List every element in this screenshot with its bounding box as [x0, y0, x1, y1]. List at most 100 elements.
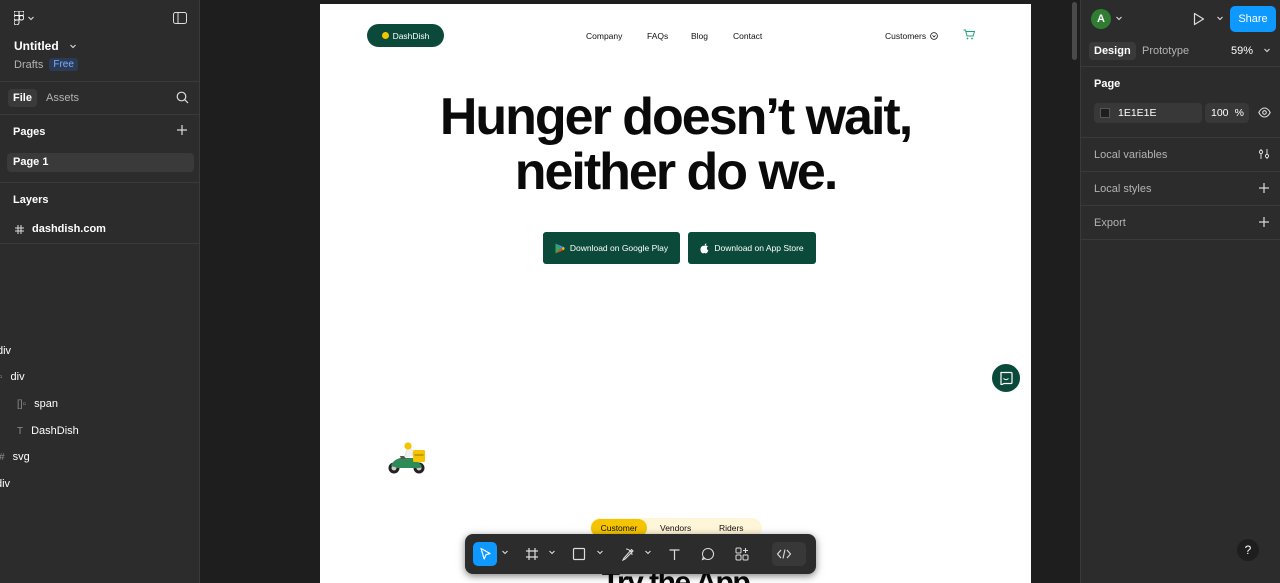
nav-link-faqs[interactable]: FAQs [647, 31, 668, 41]
design-canvas[interactable]: DashDish Company FAQs Blog Contact Custo… [201, 0, 1080, 583]
chat-widget-button[interactable] [991, 363, 1021, 393]
layer-type-icon: # [0, 452, 5, 463]
canvas-vertical-scrollbar[interactable] [1072, 2, 1077, 60]
chevron-down-icon[interactable] [1216, 14, 1224, 22]
frame-hash-icon [15, 224, 24, 234]
file-title[interactable]: Untitled [14, 39, 77, 53]
chevron-down-icon[interactable] [596, 548, 604, 556]
ghost-layer-row[interactable]: T DashDish [17, 425, 79, 437]
nav-link-company[interactable]: Company [586, 31, 622, 41]
page-color-field[interactable]: 1E1E1E [1094, 103, 1202, 123]
components-actions-icon [735, 547, 749, 561]
file-header: Untitled Drafts Free [0, 0, 199, 82]
local-styles-label: Local styles [1094, 183, 1152, 195]
plan-badge: Free [49, 58, 78, 71]
ghost-layer-label: DashDish [31, 425, 79, 437]
chevron-down-icon[interactable] [1263, 46, 1271, 54]
zoom-level[interactable]: 59% [1231, 45, 1253, 57]
main-menu-button[interactable] [14, 11, 35, 25]
variables-sliders-icon[interactable] [1258, 148, 1270, 160]
tool-toolbar [465, 534, 816, 574]
hero-line-1: Hunger doesn’t wait, [439, 88, 913, 146]
layer-frame-dashdish[interactable]: dashdish.com [15, 223, 106, 235]
chevron-down-icon[interactable] [644, 548, 652, 556]
comment-bubble-icon [701, 547, 714, 561]
customers-dropdown[interactable]: Customers [885, 31, 938, 41]
cart-icon[interactable] [963, 29, 975, 40]
chevron-down-icon [69, 44, 76, 49]
help-button[interactable]: ? [1237, 539, 1259, 561]
opacity-unit: % [1234, 107, 1244, 119]
comment-tool-button[interactable] [696, 542, 720, 566]
chevron-down-icon[interactable] [501, 548, 509, 556]
page-section-label: Page [1094, 78, 1121, 90]
text-layer-icon: T [17, 425, 24, 437]
user-avatar[interactable]: A [1091, 9, 1111, 29]
add-style-plus-icon[interactable] [1258, 182, 1270, 194]
ghost-layer-row[interactable]: div [0, 478, 10, 490]
tab-assets[interactable]: Assets [46, 92, 79, 104]
ghost-layer-row[interactable]: div [0, 345, 11, 357]
google-play-icon [555, 243, 565, 253]
page-color-hex: 1E1E1E [1118, 107, 1157, 119]
google-play-button[interactable]: Download on Google Play [543, 232, 680, 264]
actions-tool-button[interactable] [730, 542, 754, 566]
drafts-label[interactable]: Drafts [14, 59, 43, 71]
apple-icon [700, 242, 709, 253]
frame-dashdish-site[interactable]: DashDish Company FAQs Blog Contact Custo… [320, 4, 1031, 583]
brand-name: DashDish [392, 30, 430, 41]
chevron-down-icon [28, 16, 34, 21]
code-brackets-icon [776, 549, 792, 559]
nav-link-contact[interactable]: Contact [733, 31, 762, 41]
search-icon[interactable] [176, 91, 189, 104]
ghost-layer-label: svg [12, 451, 30, 463]
add-page-plus-icon[interactable] [176, 124, 188, 136]
sidebar-toggle-icon[interactable] [173, 12, 187, 27]
app-store-button[interactable]: Download on App Store [688, 232, 816, 264]
right-tabs: Design Prototype 59% [1081, 38, 1280, 67]
eye-visibility-icon[interactable] [1258, 107, 1271, 118]
ghost-layer-row[interactable]: ▫ div [0, 371, 25, 383]
add-export-plus-icon[interactable] [1258, 216, 1270, 228]
rectangle-icon [572, 547, 586, 561]
pen-tool-button[interactable] [616, 542, 640, 566]
page-item-page-1[interactable]: Page 1 [7, 153, 194, 172]
share-button[interactable]: Share [1230, 6, 1276, 32]
local-styles-row[interactable]: Local styles [1081, 171, 1280, 205]
hero-line-2: neither do we. [514, 143, 839, 201]
divider [1081, 239, 1280, 240]
nav-link-blog[interactable]: Blog [691, 31, 708, 41]
ghost-layer-label: div [0, 478, 11, 490]
google-play-label: Download on Google Play [569, 243, 669, 253]
tab-prototype[interactable]: Prototype [1142, 45, 1189, 57]
tab-design[interactable]: Design [1089, 42, 1136, 60]
hero-headline: Hunger doesn’t wait, neither do we. [320, 90, 1031, 200]
layer-frame-label: dashdish.com [32, 223, 106, 235]
layer-type-icon: ▫ [0, 371, 3, 383]
ghost-layer-label: span [34, 398, 58, 410]
move-tool-button[interactable] [473, 542, 497, 566]
local-variables-label: Local variables [1094, 149, 1168, 161]
page-opacity-field[interactable]: 100 % [1205, 103, 1249, 123]
figma-logo-icon [14, 11, 24, 25]
text-tool-button[interactable] [662, 542, 686, 566]
ghost-layer-row[interactable]: # svg [0, 451, 30, 463]
export-row[interactable]: Export [1081, 205, 1280, 239]
chevron-down-icon[interactable] [1115, 14, 1123, 22]
page-opacity-value: 100 [1211, 107, 1229, 119]
color-swatch[interactable] [1100, 108, 1110, 118]
tab-file[interactable]: File [8, 89, 37, 107]
ghost-layer-row[interactable]: []▫ span [17, 398, 58, 410]
local-variables-row[interactable]: Local variables [1081, 137, 1280, 171]
frame-tool-button[interactable] [520, 542, 544, 566]
layers-header: Layers [13, 194, 49, 206]
customers-label: Customers [885, 31, 927, 41]
chevron-down-icon[interactable] [548, 548, 556, 556]
file-location: Drafts Free [14, 58, 78, 71]
present-play-icon[interactable] [1193, 12, 1205, 26]
dev-mode-toggle[interactable] [772, 542, 806, 566]
app-store-label: Download on App Store [714, 243, 804, 253]
shape-tool-button[interactable] [567, 542, 591, 566]
delivery-rider-illustration [388, 442, 425, 474]
brand-logo-pill[interactable]: DashDish [367, 24, 444, 47]
